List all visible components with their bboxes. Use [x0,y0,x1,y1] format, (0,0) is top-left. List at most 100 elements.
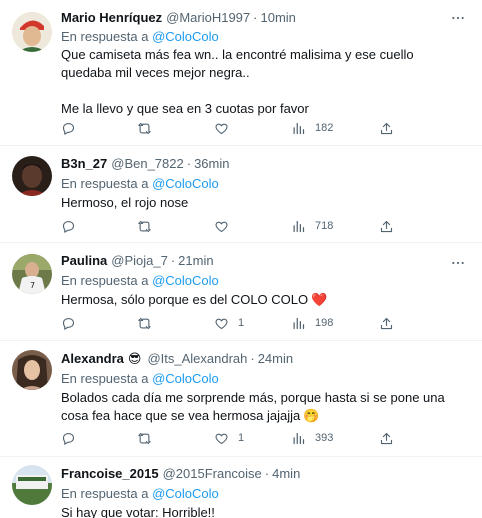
views-button[interactable]: 182 [291,120,333,136]
reply-mention-link[interactable]: @ColoColo [152,371,219,386]
reply-prefix: En respuesta a [61,176,149,191]
reply-context: En respuesta a @ColoColo [61,370,466,387]
tweet[interactable]: Mario Henríquez @MarioH1997 · 10min En r… [0,0,482,146]
avatar-image [12,12,52,52]
reply-icon [62,122,75,135]
author-name[interactable]: Mario Henríquez [61,10,162,26]
avatar[interactable] [12,465,52,505]
timestamp[interactable]: 21min [178,253,213,269]
likes-count: 1 [238,317,245,329]
sunglasses-emoji: 😎 [127,351,142,366]
heart-icon [215,433,228,444]
avatar-image: 7 [12,254,52,294]
like-button[interactable] [214,120,229,136]
author-handle[interactable]: @Pioja_7 [111,253,168,269]
retweet-button[interactable] [137,218,152,234]
share-button[interactable] [379,315,394,331]
like-button[interactable]: 1 [214,315,244,331]
timestamp[interactable]: 10min [260,10,295,26]
author-handle[interactable]: @Its_Alexandrah [147,351,247,367]
views-button[interactable]: 718 [291,218,333,234]
retweet-icon [138,432,151,444]
timestamp[interactable]: 24min [258,351,293,367]
author-name[interactable]: Francoise_2015 [61,466,159,482]
avatar-image [12,465,52,505]
retweet-button[interactable] [137,120,152,136]
reply-prefix: En respuesta a [61,486,149,501]
views-chart-icon [293,432,305,444]
author-name[interactable]: Paulina [61,253,107,269]
reply-button[interactable] [61,120,76,136]
share-button[interactable] [379,218,394,234]
separator-dot: · [250,351,255,366]
reply-icon [62,220,75,233]
reply-mention-link[interactable]: @ColoColo [152,29,219,44]
red-heart-emoji: ❤️ [311,292,328,307]
separator-dot: · [264,466,270,481]
views-chart-icon [293,220,305,232]
reply-context: En respuesta a @ColoColo [61,28,466,45]
share-icon [380,122,393,134]
views-count: 718 [315,220,334,232]
share-icon [380,220,393,232]
avatar-image [12,156,52,196]
tweet[interactable]: Francoise_2015 @2015Francoise · 4min En … [0,457,482,518]
retweet-button[interactable] [137,430,152,446]
author-name[interactable]: Alexandra [61,351,124,367]
retweet-button[interactable] [137,315,152,331]
retweet-icon [138,122,151,134]
tweet-actions: 182 [61,120,411,136]
tweet-actions: 1 393 [61,430,411,446]
avatar[interactable] [12,350,52,390]
share-button[interactable] [379,120,394,136]
avatar[interactable]: 7 [12,254,52,294]
reply-button[interactable] [61,430,76,446]
like-button[interactable]: 1 [214,430,244,446]
avatar-image [12,350,52,390]
share-icon [380,317,393,329]
tweet[interactable]: 7 Paulina @Pioja_7 · 21min En respuesta … [0,243,482,341]
reply-icon [62,432,75,445]
avatar[interactable] [12,12,52,52]
tweet[interactable]: B3n_27 @Ben_7822 · 36min En respuesta a … [0,146,482,243]
author-handle[interactable]: @2015Francoise [163,466,262,482]
tweet[interactable]: Alexandra 😎 @Its_Alexandrah · 24min En r… [0,341,482,457]
tweet-actions: 718 [61,218,411,234]
separator-dot: · [170,253,176,268]
retweet-icon [138,317,151,329]
reply-mention-link[interactable]: @ColoColo [152,176,219,191]
reply-context: En respuesta a @ColoColo [61,485,466,502]
reply-prefix: En respuesta a [61,371,149,386]
separator-dot: · [186,156,192,171]
tweet-text: Si hay que votar: Horrible!! [61,505,215,518]
views-button[interactable]: 393 [291,430,333,446]
share-button[interactable] [379,430,394,446]
svg-text:7: 7 [30,281,35,290]
reply-icon [62,317,75,330]
heart-icon [215,123,228,134]
author-handle[interactable]: @Ben_7822 [111,156,183,172]
reply-mention-link[interactable]: @ColoColo [152,273,219,288]
reply-button[interactable] [61,315,76,331]
timestamp[interactable]: 4min [272,466,300,482]
author-handle[interactable]: @MarioH1997 [166,10,250,26]
tweet-text: Hermoso, el rojo nose [61,195,189,210]
share-icon [380,432,393,444]
more-options-button[interactable] [448,10,468,26]
like-button[interactable] [214,218,229,234]
author-name[interactable]: B3n_27 [61,156,107,172]
more-icon [452,261,464,265]
separator-dot: · [253,10,258,25]
avatar[interactable] [12,156,52,196]
views-button[interactable]: 198 [291,315,333,331]
views-chart-icon [293,317,305,329]
timestamp[interactable]: 36min [194,156,229,172]
tweet-text: Que camiseta más fea wn.. la encontré ma… [61,47,414,116]
reply-button[interactable] [61,218,76,234]
tweet-text-container: Bolados cada día me sorprende más, porqu… [61,389,466,425]
reply-context: En respuesta a @ColoColo [61,272,466,289]
reply-mention-link[interactable]: @ColoColo [152,486,219,501]
more-options-button[interactable] [448,255,468,271]
views-count: 198 [315,317,334,329]
reply-prefix: En respuesta a [61,273,149,288]
